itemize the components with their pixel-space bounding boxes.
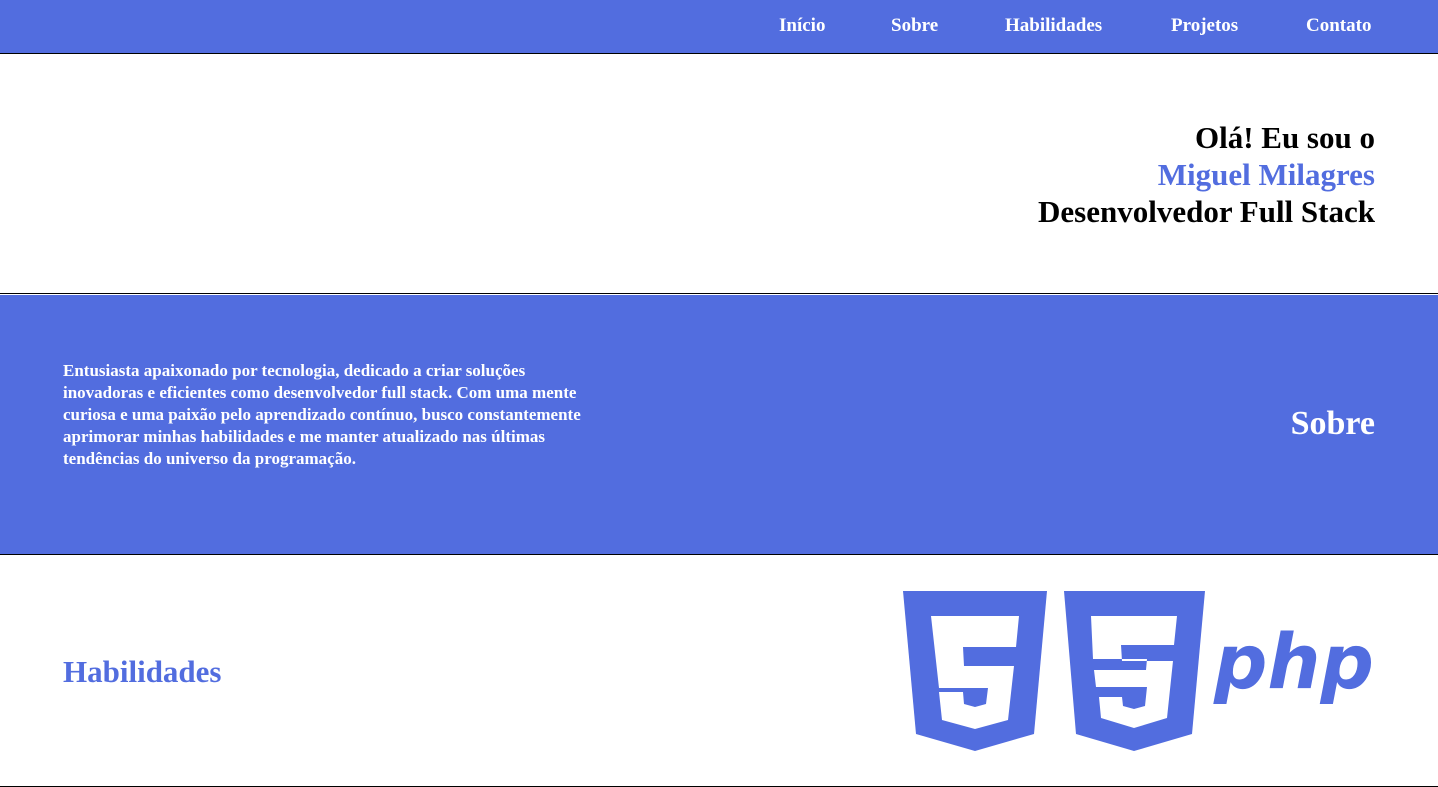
php-icon: php [1213,628,1374,706]
skills-section: Habilidades php [0,556,1438,787]
skills-title: Habilidades [63,654,222,689]
nav-link-sobre[interactable]: Sobre [891,15,938,37]
about-title: Sobre [1290,405,1375,442]
hero-name: Miguel Milagres [1157,157,1375,192]
nav-link-habilidades[interactable]: Habilidades [1005,15,1102,37]
hero-role: Desenvolvedor Full Stack [1038,194,1375,229]
nav-link-contato[interactable]: Contato [1306,15,1371,37]
hero-section: Olá! Eu sou o Miguel Milagres Desenvolve… [0,54,1438,294]
about-section: Entusiasta apaixonado por tecnologia, de… [0,295,1438,555]
html5-icon [903,591,1047,751]
nav-link-inicio[interactable]: Início [779,15,825,37]
hero-greeting: Olá! Eu sou o [1194,120,1375,155]
navbar: Início Sobre Habilidades Projetos Contat… [0,0,1438,54]
php-label: php [1213,628,1374,706]
about-text: Entusiasta apaixonado por tecnologia, de… [63,361,581,468]
nav-link-projetos[interactable]: Projetos [1171,15,1238,37]
css3-icon [1064,591,1205,751]
